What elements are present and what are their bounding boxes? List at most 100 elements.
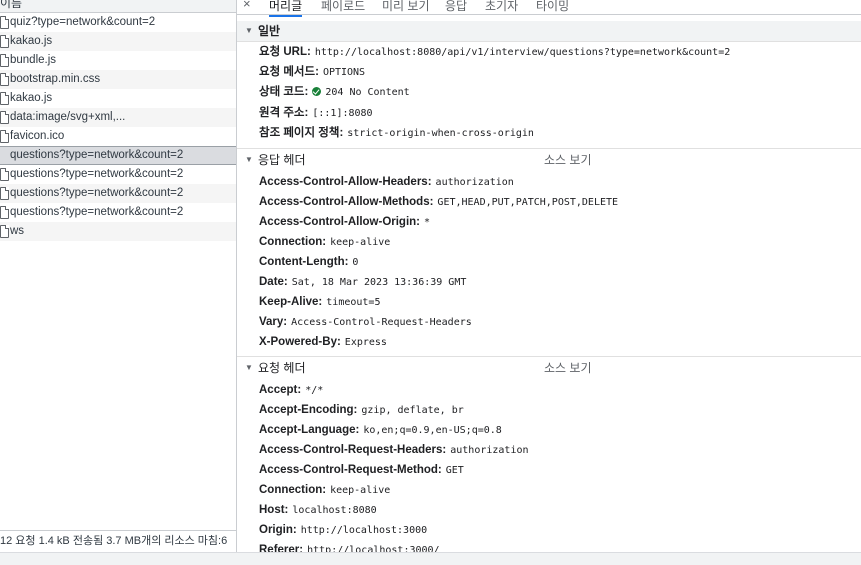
- general-section-header[interactable]: ▼ 일반: [237, 21, 861, 42]
- request-row[interactable]: ws: [0, 222, 236, 241]
- file-icon: [0, 187, 9, 200]
- request-row[interactable]: bootstrap.min.css: [0, 70, 236, 89]
- header-key: Accept-Encoding:: [259, 404, 358, 416]
- header-key: Connection:: [259, 236, 327, 248]
- request-list: quiz?type=network&count=2 kakao.js bundle.…: [0, 13, 236, 241]
- header-value[interactable]: GET,HEAD,PUT,PATCH,POST,DELETE: [437, 197, 618, 208]
- header-key: 요청 메서드:: [259, 66, 319, 79]
- header-key: Host:: [259, 504, 289, 516]
- header-value[interactable]: strict-origin-when-cross-origin: [347, 128, 534, 139]
- request-name: bundle.js: [10, 54, 57, 66]
- request-name: kakao.js: [10, 92, 53, 104]
- request-headers-section-header[interactable]: ▼ 요청 헤더 소스 보기: [237, 358, 861, 378]
- request-view-source-link[interactable]: 소스 보기: [544, 358, 592, 378]
- file-icon: [0, 35, 9, 48]
- section-divider: [237, 356, 861, 357]
- header-value[interactable]: Access-Control-Request-Headers: [291, 317, 472, 328]
- request-row[interactable]: favicon.ico: [0, 127, 236, 146]
- header-value[interactable]: Sat, 18 Mar 2023 13:36:39 GMT: [292, 277, 467, 288]
- header-value[interactable]: http://localhost:3000/: [307, 545, 439, 552]
- header-key: X-Powered-By:: [259, 336, 341, 348]
- header-value[interactable]: authorization: [436, 177, 514, 188]
- header-key: Access-Control-Request-Method:: [259, 464, 442, 476]
- header-key: Date:: [259, 276, 288, 288]
- header-value[interactable]: keep-alive: [330, 237, 390, 248]
- header-value[interactable]: Express: [345, 337, 387, 348]
- tab-headers[interactable]: 머리글: [269, 0, 303, 17]
- response-headers-section-header[interactable]: ▼ 응답 헤더 소스 보기: [237, 150, 861, 170]
- header-value[interactable]: 0: [352, 257, 358, 268]
- header-row: Content-Length: 0: [259, 253, 358, 271]
- header-key: Referer:: [259, 544, 304, 552]
- header-value[interactable]: [::1]:8080: [312, 108, 372, 119]
- tab-payload[interactable]: 페이로드: [321, 0, 365, 14]
- header-row: Connection: keep-alive: [259, 481, 390, 499]
- request-name: quiz?type=network&count=2: [10, 16, 156, 28]
- collapse-triangle-icon[interactable]: ▼: [245, 358, 253, 378]
- check-circle-icon: [312, 87, 322, 97]
- header-value[interactable]: ko,en;q=0.9,en-US;q=0.8: [363, 425, 501, 436]
- header-row: Referer: http://localhost:3000/: [259, 541, 440, 552]
- request-name: bootstrap.min.css: [10, 73, 101, 85]
- request-row[interactable]: kakao.js: [0, 32, 236, 51]
- collapse-triangle-icon[interactable]: ▼: [245, 150, 253, 170]
- name-column-header[interactable]: 이름: [0, 0, 236, 13]
- file-icon: [0, 73, 9, 86]
- header-value[interactable]: */*: [305, 385, 323, 396]
- header-row: Access-Control-Allow-Methods: GET,HEAD,PU…: [259, 193, 618, 211]
- network-status-bar: 12 요청 1.4 kB 전송됨 3.7 MB개의 리소스 마침:6: [0, 530, 236, 551]
- request-list-panel: 이름 quiz?type=network&count=2 kakao.js bund…: [0, 0, 237, 564]
- header-row: Keep-Alive: timeout=5: [259, 293, 380, 311]
- collapse-triangle-icon[interactable]: ▼: [245, 21, 253, 41]
- request-detail-panel: × 머리글 페이로드 미리 보기 응답 초기자 타이밍 ▼ 일반 요청 URL:…: [237, 0, 861, 552]
- header-key: Access-Control-Request-Headers:: [259, 444, 447, 456]
- header-row: Date: Sat, 18 Mar 2023 13:36:39 GMT: [259, 273, 466, 291]
- header-key: Content-Length:: [259, 256, 349, 268]
- request-row[interactable]: questions?type=network&count=2: [0, 146, 236, 165]
- header-value[interactable]: *: [424, 217, 430, 228]
- tab-timing[interactable]: 타이밍: [536, 0, 569, 14]
- request-name: ws: [10, 225, 25, 237]
- header-value[interactable]: GET: [446, 465, 464, 476]
- name-column-label: 이름: [0, 0, 23, 10]
- header-key: Accept:: [259, 384, 302, 396]
- header-value[interactable]: OPTIONS: [323, 67, 365, 78]
- file-icon: [0, 168, 9, 181]
- header-value[interactable]: http://localhost:3000: [301, 525, 427, 536]
- header-row: Accept-Encoding: gzip, deflate, br: [259, 401, 464, 419]
- detail-tab-bar: × 머리글 페이로드 미리 보기 응답 초기자 타이밍: [237, 0, 861, 17]
- request-row[interactable]: questions?type=network&count=2: [0, 184, 236, 203]
- header-key: 참조 페이지 정책:: [259, 126, 344, 139]
- close-icon[interactable]: ×: [243, 0, 251, 11]
- header-value[interactable]: keep-alive: [330, 485, 390, 496]
- response-headers-title: 응답 헤더: [258, 153, 306, 167]
- file-icon: [0, 206, 9, 219]
- request-row[interactable]: questions?type=network&count=2: [0, 203, 236, 222]
- header-value[interactable]: authorization: [450, 445, 528, 456]
- header-row: 상태 코드: 204 No Content: [259, 83, 410, 101]
- file-icon: [0, 16, 9, 29]
- request-row[interactable]: bundle.js: [0, 51, 236, 70]
- request-row[interactable]: data:image/svg+xml,...: [0, 108, 236, 127]
- header-value[interactable]: http://localhost:8080/api/v1/interview/q…: [315, 47, 730, 58]
- header-key: 요청 URL:: [259, 46, 311, 58]
- header-key: Connection:: [259, 484, 327, 496]
- request-name: favicon.ico: [10, 130, 65, 142]
- request-row[interactable]: kakao.js: [0, 89, 236, 108]
- header-row: Origin: http://localhost:3000: [259, 521, 427, 539]
- tab-response[interactable]: 응답: [445, 0, 467, 14]
- header-key: 원격 주소:: [259, 106, 309, 119]
- tab-preview[interactable]: 미리 보기: [382, 0, 430, 14]
- header-key: Access-Control-Allow-Headers:: [259, 176, 432, 188]
- response-view-source-link[interactable]: 소스 보기: [544, 150, 592, 170]
- header-value[interactable]: gzip, deflate, br: [361, 405, 463, 416]
- header-row: Access-Control-Allow-Origin: *: [259, 213, 430, 231]
- request-row[interactable]: quiz?type=network&count=2: [0, 13, 236, 32]
- header-value[interactable]: timeout=5: [326, 297, 380, 308]
- header-key: Keep-Alive:: [259, 296, 323, 308]
- header-row: Accept: */*: [259, 381, 323, 399]
- request-row[interactable]: questions?type=network&count=2: [0, 165, 236, 184]
- header-value[interactable]: localhost:8080: [292, 505, 376, 516]
- header-value[interactable]: 204 No Content: [325, 87, 409, 98]
- tab-initiator[interactable]: 초기자: [485, 0, 518, 14]
